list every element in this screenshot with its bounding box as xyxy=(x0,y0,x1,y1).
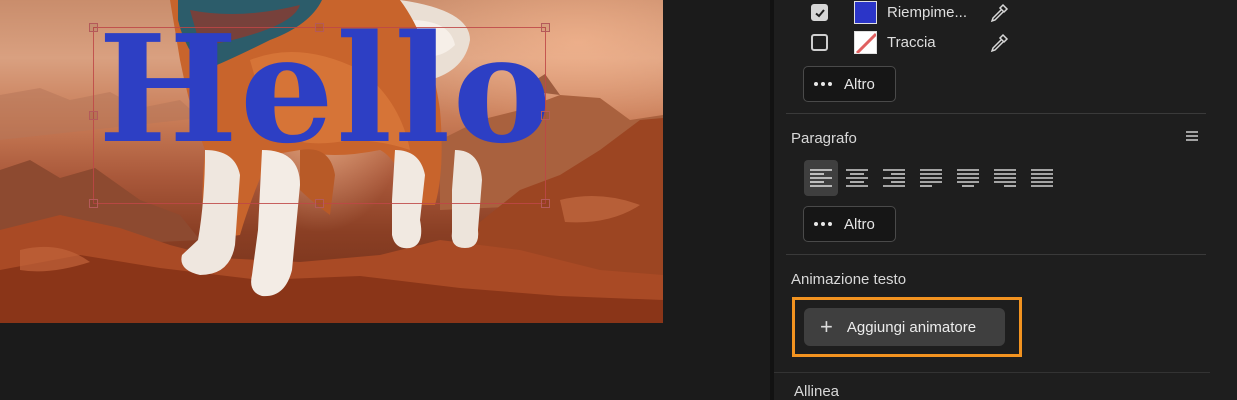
bbox-handle-top-center[interactable] xyxy=(315,23,324,32)
bbox-handle-bottom-center[interactable] xyxy=(315,199,324,208)
fill-checkbox[interactable] xyxy=(811,4,828,21)
text-layer-bounding-box[interactable] xyxy=(93,27,546,204)
fill-row: Riempime... xyxy=(811,1,1009,24)
bbox-handle-middle-right[interactable] xyxy=(541,111,550,120)
justify-left-icon xyxy=(920,169,942,187)
checkmark-icon xyxy=(814,8,825,17)
paragraph-more-button[interactable]: Altro xyxy=(803,206,896,242)
text-animation-section-title: Animazione testo xyxy=(791,271,907,288)
justify-left-button[interactable] xyxy=(914,160,948,196)
align-center-button[interactable] xyxy=(840,160,874,196)
menu-icon[interactable] xyxy=(1186,130,1198,142)
justify-center-icon xyxy=(957,169,979,187)
fill-label: Riempime... xyxy=(887,4,968,21)
align-section-title: Allinea xyxy=(794,383,840,400)
bbox-handle-top-left[interactable] xyxy=(89,23,98,32)
more-dots-icon xyxy=(814,82,832,86)
justify-all-icon xyxy=(1031,169,1053,187)
eyedropper-icon[interactable] xyxy=(989,33,1009,53)
justify-right-button[interactable] xyxy=(988,160,1022,196)
stroke-label: Traccia xyxy=(887,34,936,51)
bbox-handle-middle-left[interactable] xyxy=(89,111,98,120)
align-right-button[interactable] xyxy=(877,160,911,196)
composition-viewer[interactable]: Hello xyxy=(0,0,770,400)
paragraph-section-title: Paragrafo xyxy=(791,130,857,147)
paragraph-more-label: Altro xyxy=(844,215,875,233)
bbox-handle-bottom-right[interactable] xyxy=(541,199,550,208)
plus-icon: + xyxy=(820,314,833,339)
justify-center-button[interactable] xyxy=(951,160,985,196)
appearance-more-label: Altro xyxy=(844,75,875,93)
bbox-handle-top-right[interactable] xyxy=(541,23,550,32)
stroke-row: Traccia xyxy=(811,31,1009,54)
more-dots-icon xyxy=(814,222,832,226)
eyedropper-icon[interactable] xyxy=(989,3,1009,23)
align-center-icon xyxy=(846,169,868,187)
stroke-checkbox[interactable] xyxy=(811,34,828,51)
bbox-handle-bottom-left[interactable] xyxy=(89,199,98,208)
justify-right-icon xyxy=(994,169,1016,187)
fill-color-swatch[interactable] xyxy=(854,1,877,24)
add-animator-label: Aggiungi animatore xyxy=(846,318,977,336)
section-divider xyxy=(786,254,1206,255)
section-divider xyxy=(786,113,1206,114)
section-divider xyxy=(774,372,1210,373)
align-left-button[interactable] xyxy=(804,160,838,196)
align-left-icon xyxy=(810,169,832,187)
align-right-icon xyxy=(883,169,905,187)
stroke-color-swatch[interactable] xyxy=(854,31,877,54)
add-animator-button[interactable]: + Aggiungi animatore xyxy=(804,308,1005,346)
properties-panel: Riempime... Traccia Altro Paragrafo Altr… xyxy=(770,0,1237,400)
justify-all-button[interactable] xyxy=(1025,160,1059,196)
no-color-slash-icon xyxy=(855,32,876,53)
appearance-more-button[interactable]: Altro xyxy=(803,66,896,102)
